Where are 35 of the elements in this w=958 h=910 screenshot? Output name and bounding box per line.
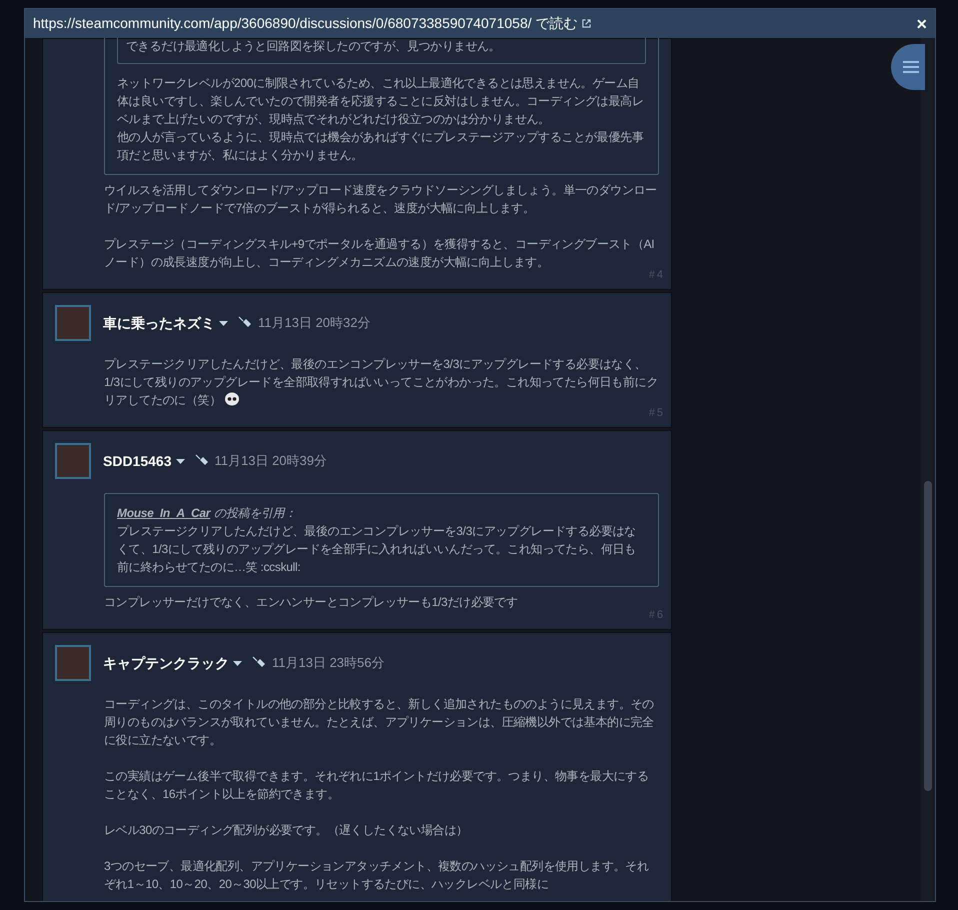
menu-button[interactable] xyxy=(891,44,925,90)
mouse-icon xyxy=(252,656,266,670)
quote-author-link[interactable]: Mouse_In_A_Car xyxy=(117,506,210,520)
mouse-icon xyxy=(194,454,208,468)
close-button[interactable]: × xyxy=(916,14,927,32)
external-link-icon xyxy=(582,19,591,28)
quote-text: プレステージクリアしたんだけど、最後のエンコンプレッサーを3/3にアップグレードする必要はなくて、1/3にして残りのアップグレードを全部手に入れればいいんだって。これ知ってたら、何日も前に終わらせてたのに…笑 :ccskull: xyxy=(117,523,637,576)
caret-icon xyxy=(233,660,242,666)
author-name[interactable]: SDD15463 xyxy=(103,450,172,472)
quote-text: ネットワークレベルが200に制限されているため、これ以上最適化できるとは思えません。ゲーム自体は良いですし、楽しんでいたので開発者を応援することに反対はしません。コーディングは最高レベルまで上げたいのですが、現時点でそれがどれだけ役立つのかは分かりません。 xyxy=(117,75,645,128)
post-text: ウイルスを活用してダウンロード/アップロード速度をクラウドソーシングしましょう。単一のダウンロード/アップロードノードで7倍のブーストが得られると、速度が大幅に向上します。 xyxy=(104,182,658,217)
post-text: プレステージクリアしたんだけど、最後のエンコンプレッサーを3/3にアップグレードする必要はなく、1/3にして残りのアップグレードを全部取得すればいいってことがわかった。これ知ってたら何日も前にクリアしてたのに（笑） xyxy=(104,356,659,408)
quote-text: できるだけ最適化しようと回路図を探したのですが、見つかりません。 xyxy=(126,38,502,55)
menu-icon xyxy=(903,61,919,73)
mouse-icon xyxy=(238,316,252,330)
scrollbar-thumb[interactable] xyxy=(924,481,932,791)
post-date: 11月13日 20時39分 xyxy=(214,452,327,470)
post-text: プレステージ（コーディングスキル+9でポータルを通過する）を獲得すると、コーディングブースト（AIノード）の成長速度が向上し、コーディングメカニズムの速度が大幅に向上します。 xyxy=(104,236,656,270)
open-link[interactable]: https://steamcommunity.com/app/3606890/discussions/0/680733859074071058/ で読む xyxy=(33,13,578,34)
caret-icon xyxy=(219,320,228,326)
post-text: この実績はゲーム後半で取得できます。それぞれに1ポイントだけ必要です。つまり、物事を最大にすることなく、16ポイント以上を節約できます。 xyxy=(104,768,650,803)
post-text: レベル30のコーディング配列が必要です。（遅くしたくない場合は） xyxy=(104,822,469,839)
avatar-image xyxy=(55,305,91,341)
avatar-image xyxy=(55,645,91,681)
post-text: コーディングは、このタイトルの他の部分と比較すると、新しく追加されたもののように見えます。その周りのものはバランスが取れていません。たとえば、アプリケーションは、圧縮機以外では基本的に完全に役に立たないです。 xyxy=(104,696,655,749)
caret-icon xyxy=(176,458,184,464)
post-date: 11月13日 20時32分 xyxy=(258,314,370,332)
post-text: 3つのセーブ、最適化配列、アプリケーションアタッチメント、複数のハッシュ配列を使用します。それぞれ1～10、10～20、20～30以上です。リセットするたびに、ハックレベルと同様に xyxy=(104,858,650,893)
quote-text: 他の人が言っているように、現時点では機会があればすぐにプレステージアップすることが最優先事項だと思いますが、私にはよく分かりません。 xyxy=(117,129,645,164)
avatar-image xyxy=(55,443,91,479)
post-text: コンプレッサーだけでなく、エンハンサーとコンプレッサーも1/3だけ必要です xyxy=(104,594,519,611)
post-date: 11月13日 23時56分 xyxy=(272,654,384,672)
author-name[interactable]: 車に乗ったネズミ xyxy=(103,312,215,334)
quote-label: の投稿を引用： xyxy=(214,506,296,520)
author-name[interactable]: キャプテンクラック xyxy=(103,652,229,674)
